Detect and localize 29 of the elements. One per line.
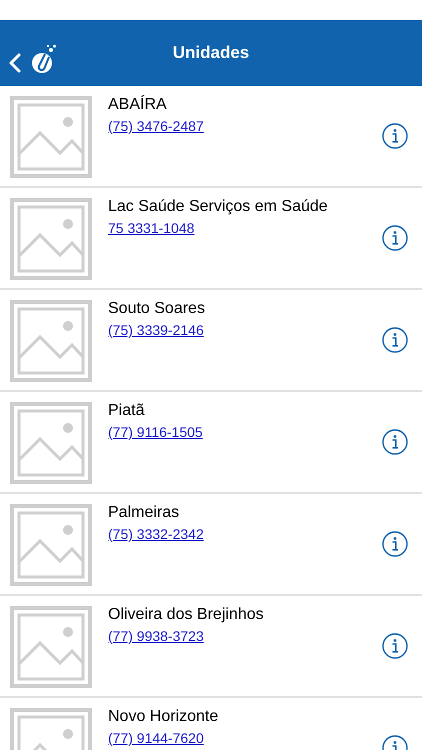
info-icon[interactable] (382, 123, 408, 149)
unit-name: Lac Saúde Serviços em Saúde (108, 197, 329, 217)
unit-name: Piatã (108, 401, 146, 421)
image-placeholder-icon (10, 96, 92, 178)
image-placeholder-icon (10, 300, 92, 382)
image-placeholder-icon (10, 504, 92, 586)
phone-link[interactable]: (75) 3476-2487 (108, 118, 204, 134)
unit-name: Oliveira dos Brejinhos (108, 605, 265, 625)
image-placeholder-icon (10, 606, 92, 688)
phone-link[interactable]: (77) 9144-7620 (108, 730, 204, 746)
info-icon[interactable] (382, 531, 408, 557)
unit-name: ABAÍRA (108, 95, 168, 115)
unit-name: Palmeiras (108, 503, 180, 523)
info-icon[interactable] (382, 225, 408, 251)
image-placeholder-icon (10, 198, 92, 280)
phone-link[interactable]: (77) 9116-1505 (108, 424, 203, 440)
info-icon[interactable] (382, 633, 408, 659)
info-icon[interactable] (382, 429, 408, 455)
screen-title: Unidades (172, 43, 250, 63)
phone-link[interactable]: (75) 3332-2342 (108, 526, 204, 542)
logo-icon (31, 44, 57, 74)
phone-link[interactable]: (75) 3339-2146 (108, 322, 204, 338)
phone-link[interactable]: 75 3331-1048 (108, 220, 194, 236)
image-placeholder-icon (10, 402, 92, 484)
back-icon[interactable] (9, 53, 21, 73)
unit-name: Souto Soares (108, 299, 206, 319)
unit-name: Novo Horizonte (108, 707, 220, 727)
info-icon[interactable] (382, 327, 408, 353)
phone-link[interactable]: (77) 9938-3723 (108, 628, 204, 644)
